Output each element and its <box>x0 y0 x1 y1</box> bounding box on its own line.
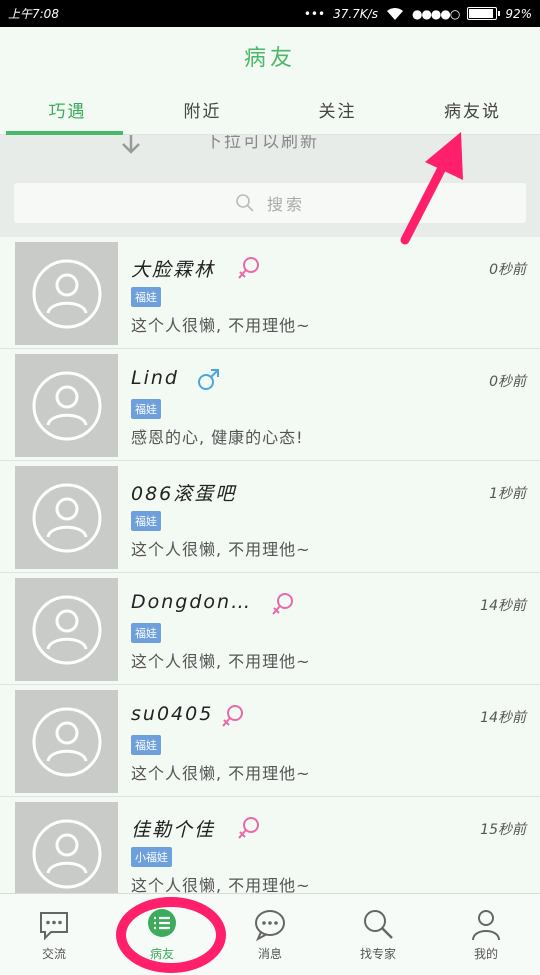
search-input[interactable]: 搜索 <box>14 183 526 223</box>
user-badge: 福娃 <box>131 511 161 531</box>
tab-fujin[interactable]: 附近 <box>135 85 270 134</box>
last-active-time: 1秒前 <box>489 486 526 502</box>
user-badge: 福娃 <box>131 623 161 643</box>
user-name: su0405 <box>131 703 214 725</box>
app-header: 病友 <box>0 27 540 85</box>
person-icon <box>472 909 500 940</box>
signal-dots: ●●●●○ <box>411 6 460 21</box>
network-speed: 37.7K/s <box>333 6 378 21</box>
search-placeholder: 搜索 <box>266 195 305 214</box>
page-title: 病友 <box>243 46 296 71</box>
default-avatar-icon <box>32 371 101 440</box>
tab-label: 巧遇 <box>48 102 87 122</box>
battery-fill <box>469 9 494 18</box>
user-name: 大脸霖林 <box>131 259 216 281</box>
status-bar: 上午7:08 ••• 37.7K/s ●●●●○ 92% <box>0 0 540 27</box>
user-row[interactable]: Lind 福娃感恩的心, 健康的心态! 0秒前 <box>0 349 540 461</box>
bottom-nav: 交流 病友 消息 找专家 我的 <box>0 893 540 975</box>
user-row[interactable]: su0405 福娃这个人很懒, 不用理他~ 14秒前 <box>0 685 540 797</box>
nav-label: 消息 <box>257 946 282 961</box>
nav-wode[interactable]: 我的 <box>432 894 540 975</box>
message-icon <box>255 909 285 941</box>
battery-icon <box>467 7 501 20</box>
nav-xiaoxi[interactable]: 消息 <box>216 894 324 975</box>
nav-zhaozhuanjia[interactable]: 找专家 <box>324 894 432 975</box>
tab-bingyoushuo[interactable]: 病友说 <box>405 85 540 134</box>
last-active-time: 15秒前 <box>480 822 526 838</box>
default-avatar-icon <box>32 707 101 776</box>
avatar[interactable] <box>15 690 118 793</box>
user-status: 这个人很懒, 不用理他~ <box>131 652 311 671</box>
default-avatar-icon <box>32 595 101 664</box>
nav-label: 交流 <box>41 946 66 961</box>
user-row[interactable]: 佳勒个佳小福娃这个人很懒, 不用理他~ 15秒前 <box>0 797 540 893</box>
last-active-time: 0秒前 <box>489 374 526 390</box>
user-badge: 福娃 <box>131 735 161 755</box>
last-active-time: 0秒前 <box>489 262 526 278</box>
nav-label: 我的 <box>473 946 498 961</box>
user-row[interactable]: 大脸霖林福娃这个人很懒, 不用理他~ 0秒前 <box>0 237 540 349</box>
status-right: ••• 37.7K/s ●●●●○ 92% <box>304 7 532 21</box>
user-badge: 福娃 <box>131 399 161 419</box>
avatar[interactable] <box>15 242 118 345</box>
avatar[interactable] <box>15 466 118 569</box>
tab-label: 病友说 <box>444 102 501 122</box>
user-status: 感恩的心, 健康的心态! <box>131 428 304 447</box>
search-icon <box>364 909 393 939</box>
female-icon <box>272 593 293 615</box>
status-time: 上午7:08 <box>8 7 59 21</box>
search-icon <box>236 194 254 212</box>
pull-refresh-text: 下拉可以刷新 <box>205 135 319 152</box>
tab-label: 附近 <box>183 102 222 122</box>
avatar[interactable] <box>15 578 118 681</box>
down-arrow-icon <box>122 135 140 154</box>
tab-qiaoyu[interactable]: 巧遇 <box>0 85 135 135</box>
user-status: 这个人很懒, 不用理他~ <box>131 876 311 893</box>
network-dots: ••• <box>303 6 326 21</box>
tab-bar: 巧遇 附近 关注 病友说 <box>0 85 540 135</box>
user-name: Dongdon… <box>131 591 253 613</box>
tab-label: 关注 <box>318 102 357 122</box>
pull-refresh-area[interactable]: 下拉可以刷新 搜索 <box>0 135 540 237</box>
avatar[interactable] <box>15 802 118 893</box>
user-list: 大脸霖林 福娃 这个人很懒, 不用理他~ 0秒前 Lind 福娃 感恩的心, 健康的心态! 0… <box>0 237 540 893</box>
user-badge: 小福娃 <box>131 847 172 867</box>
user-status: 这个人很懒, 不用理他~ <box>131 316 311 335</box>
female-icon <box>238 257 259 279</box>
user-status: 这个人很懒, 不用理他~ <box>131 540 311 559</box>
user-name: Lind <box>131 367 179 389</box>
last-active-time: 14秒前 <box>480 598 526 614</box>
default-avatar-icon <box>32 259 101 328</box>
battery-percent: 92% <box>505 6 532 21</box>
user-name: 086滚蛋吧 <box>131 483 237 505</box>
nav-jiaoliu[interactable]: 交流 <box>0 894 108 975</box>
default-avatar-icon <box>32 819 101 888</box>
default-avatar-icon <box>32 483 101 552</box>
male-icon <box>198 369 219 390</box>
user-name: 佳勒个佳 <box>131 819 216 841</box>
tab-guanzhu[interactable]: 关注 <box>270 85 405 134</box>
nav-label: 病友 <box>149 946 174 961</box>
avatar[interactable] <box>15 354 118 457</box>
user-badge: 福娃 <box>131 287 161 307</box>
female-icon <box>238 817 259 839</box>
nav-bingyou[interactable]: 病友 <box>108 894 216 975</box>
user-status: 这个人很懒, 不用理他~ <box>131 764 311 783</box>
user-row[interactable]: 086滚蛋吧 福娃这个人很懒, 不用理他~ 1秒前 <box>0 461 540 573</box>
wifi-icon <box>386 7 403 20</box>
female-icon <box>222 705 243 727</box>
nav-label: 找专家 <box>359 946 396 961</box>
list-icon <box>148 908 176 937</box>
user-row[interactable]: Dongdon… 福娃这个人很懒, 不用理他~ 14秒前 <box>0 573 540 685</box>
chat-bubble-icon <box>40 911 68 940</box>
last-active-time: 14秒前 <box>480 710 526 726</box>
